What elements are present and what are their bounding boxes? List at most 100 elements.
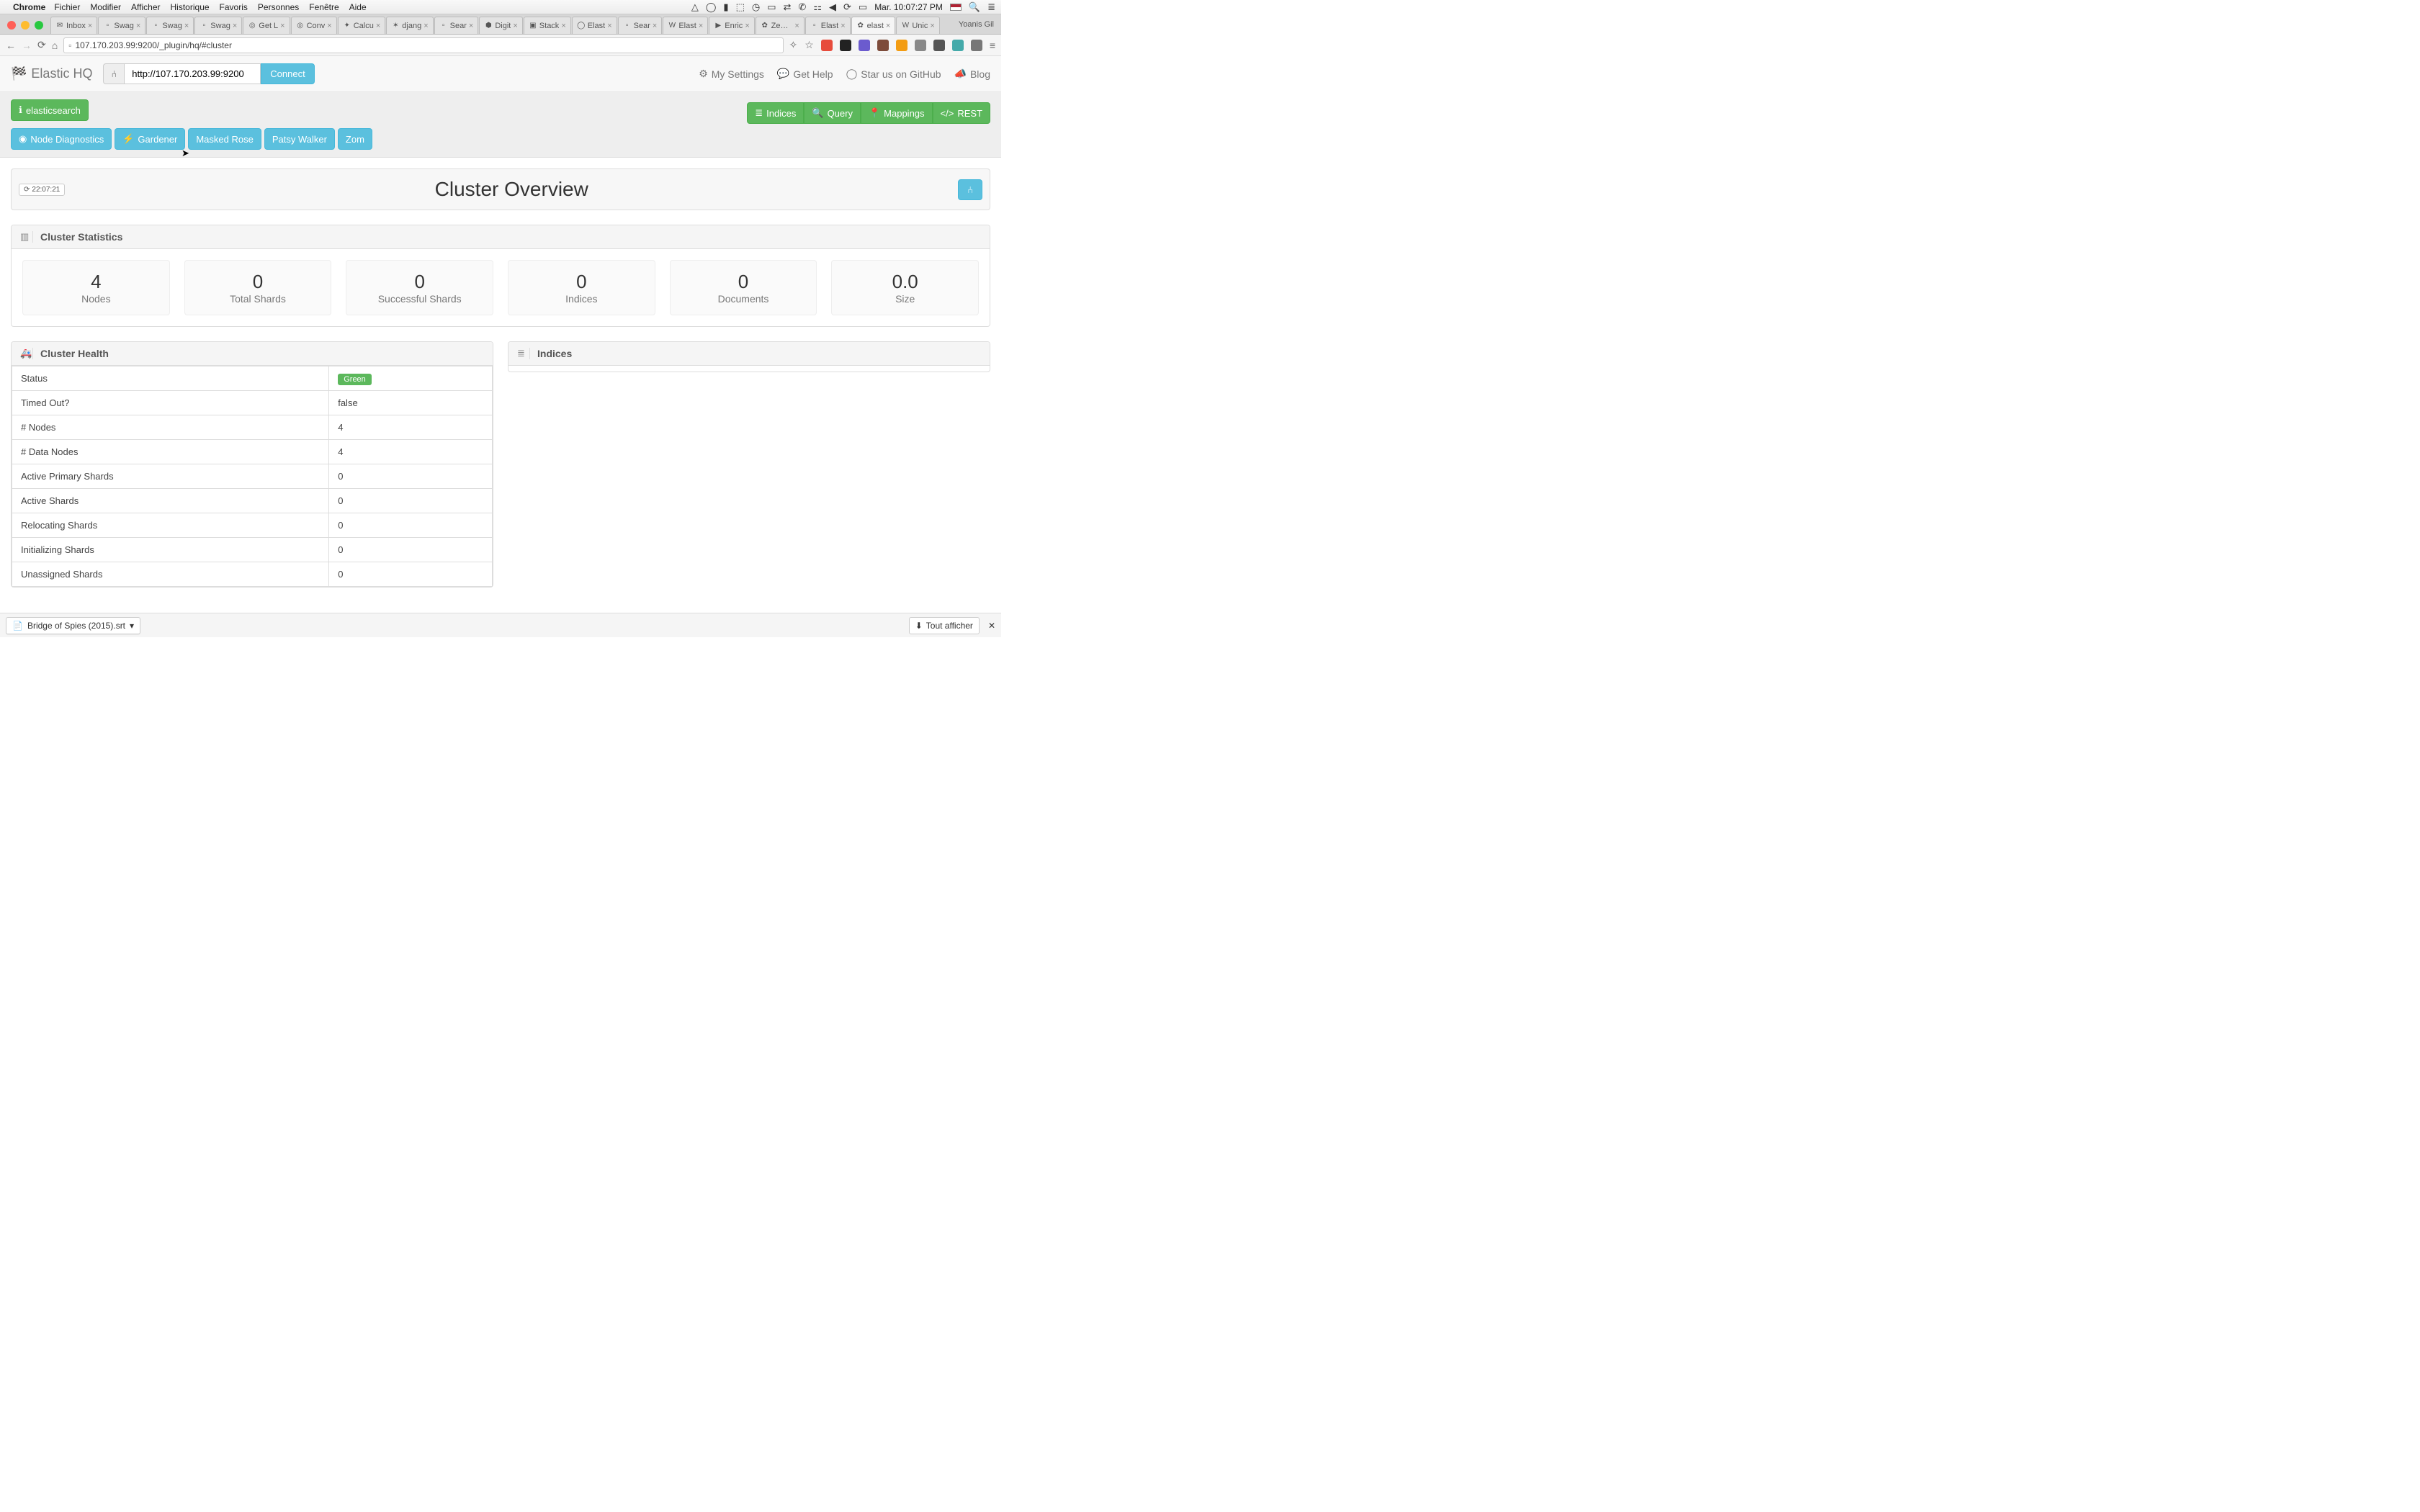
tab-close-icon[interactable]: × <box>280 22 284 30</box>
nav-blog[interactable]: 📣Blog <box>954 68 990 80</box>
tab-close-icon[interactable]: × <box>469 22 473 30</box>
browser-tab[interactable]: ▫Sear× <box>434 17 479 34</box>
tab-close-icon[interactable]: × <box>561 22 565 30</box>
browser-tab[interactable]: ✉Inbox× <box>50 17 97 34</box>
node-maskedrose-button[interactable]: Masked Rose <box>188 128 261 150</box>
status-volume-icon[interactable]: ◀ <box>829 1 836 13</box>
browser-tab[interactable]: ◎Get L× <box>243 17 290 34</box>
tab-close-icon[interactable]: × <box>886 22 890 30</box>
sitemap-button[interactable]: ⑃ <box>958 179 982 200</box>
back-button[interactable]: ← <box>6 40 16 51</box>
ext-grid-icon[interactable] <box>933 40 945 51</box>
mappings-button[interactable]: 📍Mappings <box>861 102 933 124</box>
tab-close-icon[interactable]: × <box>136 22 140 30</box>
browser-tab[interactable]: WUnic× <box>896 17 939 34</box>
ext-purple-icon[interactable] <box>859 40 870 51</box>
menu-modifier[interactable]: Modifier <box>90 2 121 12</box>
notification-center-icon[interactable]: ≣ <box>987 1 995 13</box>
query-button[interactable]: 🔍Query <box>804 102 861 124</box>
flag-icon[interactable] <box>950 4 962 11</box>
browser-tab[interactable]: WElast× <box>663 17 708 34</box>
maximize-window-button[interactable] <box>35 21 43 30</box>
tab-close-icon[interactable]: × <box>930 22 934 30</box>
bookmark-icon[interactable]: ☆ <box>805 39 814 51</box>
browser-tab[interactable]: ▫Swag× <box>146 17 194 34</box>
chevron-down-icon[interactable]: ▾ <box>130 621 134 631</box>
browser-tab[interactable]: ◯Elast× <box>572 17 617 34</box>
spotlight-icon[interactable]: 🔍 <box>969 1 980 13</box>
download-showall-button[interactable]: ⬇ Tout afficher <box>909 617 980 634</box>
tab-close-icon[interactable]: × <box>376 22 380 30</box>
connect-button[interactable]: Connect <box>261 63 314 84</box>
tab-close-icon[interactable]: × <box>794 22 799 30</box>
browser-tab[interactable]: ▶Enric× <box>709 17 755 34</box>
timestamp-badge[interactable]: ⟳22:07:21 <box>19 184 65 196</box>
brand[interactable]: 🏁 Elastic HQ <box>11 66 92 81</box>
chrome-menu-icon[interactable]: ≡ <box>990 40 995 51</box>
tab-close-icon[interactable]: × <box>607 22 611 30</box>
status-share-icon[interactable]: ⇄ <box>784 1 792 13</box>
menu-historique[interactable]: Historique <box>171 2 210 12</box>
status-display-icon[interactable]: ▭ <box>767 1 776 13</box>
node-diagnostics-button[interactable]: ◉Node Diagnostics <box>11 128 112 150</box>
menu-fenetre[interactable]: Fenêtre <box>309 2 339 12</box>
status-battery-icon[interactable]: ▭ <box>859 1 867 13</box>
menu-aide[interactable]: Aide <box>349 2 367 12</box>
cluster-badge[interactable]: ℹ elasticsearch <box>11 99 89 121</box>
minimize-window-button[interactable] <box>21 21 30 30</box>
download-chip[interactable]: 📄 Bridge of Spies (2015).srt ▾ <box>6 617 140 634</box>
tab-close-icon[interactable]: × <box>745 22 749 30</box>
status-sync-icon[interactable]: ⟳ <box>843 1 851 13</box>
browser-tab[interactable]: ▣Stack× <box>524 17 571 34</box>
status-battery2-icon[interactable]: ▮ <box>723 1 728 13</box>
menu-favoris[interactable]: Favoris <box>220 2 248 12</box>
download-close-button[interactable]: ✕ <box>988 621 995 631</box>
node-gardener-button[interactable]: ⚡Gardener <box>115 128 185 150</box>
close-window-button[interactable] <box>7 21 16 30</box>
tab-close-icon[interactable]: × <box>184 22 189 30</box>
node-patsywalker-button[interactable]: Patsy Walker <box>264 128 335 150</box>
ext-adblock-icon[interactable] <box>821 40 833 51</box>
connect-url-input[interactable] <box>124 63 261 84</box>
tab-close-icon[interactable]: × <box>327 22 331 30</box>
translate-icon[interactable]: ✧ <box>789 39 798 51</box>
nav-help[interactable]: 💬Get Help <box>777 68 833 80</box>
browser-tab[interactable]: ⬢Digit× <box>479 17 522 34</box>
tab-close-icon[interactable]: × <box>233 22 237 30</box>
omnibox[interactable]: ▫ 107.170.203.99:9200/_plugin/hq/#cluste… <box>63 37 783 53</box>
node-zom-button[interactable]: Zom <box>338 128 372 150</box>
tab-close-icon[interactable]: × <box>513 22 517 30</box>
browser-tab[interactable]: ▫Sear× <box>618 17 663 34</box>
browser-tab[interactable]: ◎Conv× <box>291 17 337 34</box>
menu-fichier[interactable]: Fichier <box>54 2 80 12</box>
ext-pulse-icon[interactable] <box>971 40 982 51</box>
status-wifi-icon[interactable]: ⚏ <box>813 1 822 13</box>
browser-tab[interactable]: ✶djang× <box>386 17 433 34</box>
browser-tab[interactable]: ▫Swag× <box>98 17 145 34</box>
tab-close-icon[interactable]: × <box>424 22 428 30</box>
browser-tab[interactable]: ✿elast× <box>851 17 896 34</box>
status-phone-icon[interactable]: ✆ <box>798 1 806 13</box>
chrome-user[interactable]: Yoanis Gil <box>959 20 994 29</box>
ext-teal-icon[interactable] <box>952 40 964 51</box>
reload-button[interactable]: ⟳ <box>37 39 46 51</box>
ext-orange-icon[interactable] <box>896 40 908 51</box>
menu-afficher[interactable]: Afficher <box>131 2 160 12</box>
mac-app-name[interactable]: Chrome <box>13 2 45 12</box>
tab-close-icon[interactable]: × <box>699 22 703 30</box>
ext-grey-icon[interactable] <box>915 40 926 51</box>
ext-brown-icon[interactable] <box>877 40 889 51</box>
menu-personnes[interactable]: Personnes <box>258 2 299 12</box>
status-clock-icon[interactable]: ◷ <box>752 1 760 13</box>
indices-button[interactable]: ≣Indices <box>747 102 804 124</box>
status-gdrive-icon[interactable]: △ <box>691 1 699 13</box>
rest-button[interactable]: </>REST <box>933 102 990 124</box>
tab-close-icon[interactable]: × <box>653 22 657 30</box>
home-button[interactable]: ⌂ <box>52 40 58 51</box>
tab-close-icon[interactable]: × <box>88 22 92 30</box>
tab-close-icon[interactable]: × <box>841 22 845 30</box>
ext-dark-icon[interactable] <box>840 40 851 51</box>
browser-tab[interactable]: ✿Zen D× <box>756 17 805 34</box>
nav-github[interactable]: ◯Star us on GitHub <box>846 68 941 80</box>
browser-tab[interactable]: ▫Elast× <box>805 17 851 34</box>
